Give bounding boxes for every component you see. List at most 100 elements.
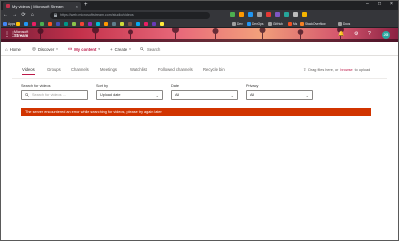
minimize-button[interactable]: – — [366, 1, 369, 7]
bookmark-icon — [72, 22, 76, 26]
bookmark-item[interactable] — [64, 22, 68, 27]
bookmarks-bar: Apps Dev DevOps GitHub Ms StackOverflow … — [0, 20, 399, 28]
bookmark-dev[interactable]: Dev — [232, 22, 243, 27]
bookmark-icon — [136, 22, 140, 26]
browser-tab[interactable]: My videos | Microsoft Stream × — [3, 2, 81, 10]
bookmark-item[interactable] — [104, 22, 108, 27]
notifications-icon[interactable]: 🔔 — [338, 32, 344, 37]
avatar[interactable]: JG — [382, 31, 390, 39]
extension-icon[interactable] — [275, 12, 280, 17]
bookmark-item[interactable] — [160, 22, 164, 27]
bookmark-item[interactable] — [24, 22, 28, 27]
tab-recycle-bin[interactable]: Recycle bin — [203, 67, 225, 72]
bookmark-item[interactable] — [72, 22, 76, 27]
bookmark-item[interactable] — [96, 22, 100, 27]
apps-icon — [3, 22, 7, 26]
settings-icon[interactable]: ⚙ — [354, 32, 358, 37]
sort-by-label: Sort by — [96, 84, 109, 88]
privacy-dropdown[interactable]: All ⌄ — [246, 90, 313, 100]
date-label: Date — [171, 84, 180, 88]
bookmark-icon — [104, 22, 108, 26]
upload-icon: ⇧ — [303, 68, 307, 72]
tab-channels[interactable]: Channels — [71, 67, 89, 72]
bookmark-item[interactable] — [152, 22, 156, 27]
date-dropdown[interactable]: All ⌄ — [171, 90, 238, 100]
bookmark-item[interactable] — [144, 22, 148, 27]
error-message: The server encountered an error while se… — [25, 110, 162, 114]
folder-icon: ▭ — [68, 46, 73, 51]
tab-followed-channels[interactable]: Followed channels — [158, 67, 193, 72]
bookmark-item[interactable] — [128, 22, 132, 27]
bookmark-item[interactable] — [16, 22, 20, 27]
nav-discover[interactable]: ◎ Discover ▾ — [32, 45, 58, 53]
extension-icon[interactable] — [248, 12, 253, 17]
bookmark-item[interactable] — [136, 22, 140, 27]
bookmark-github[interactable]: GitHub — [268, 22, 283, 27]
bookmark-devops[interactable]: DevOps — [247, 22, 264, 27]
close-window-button[interactable]: × — [390, 1, 393, 7]
stream-header: ⋮⋮ Microsoft Stream 🔔 ⚙ ? JG — [0, 28, 399, 42]
maximize-button[interactable]: □ — [378, 1, 381, 7]
lock-icon — [54, 13, 57, 17]
home-button[interactable]: ⌂ — [30, 12, 35, 18]
tab-groups[interactable]: Groups — [47, 67, 61, 72]
extension-icon[interactable] — [302, 12, 307, 17]
tab-meetings[interactable]: Meetings — [100, 67, 117, 72]
nav-home[interactable]: ⌂ Home — [5, 45, 21, 53]
search-videos-label: Search for videos — [21, 84, 51, 88]
address-bar[interactable]: https://web.microsoftstream.com/studio/v… — [50, 11, 210, 19]
bookmark-stackoverflow[interactable]: StackOverflow — [300, 22, 326, 27]
extension-icon[interactable] — [230, 12, 235, 17]
extension-icon[interactable] — [284, 12, 289, 17]
new-tab-button[interactable]: + — [84, 2, 88, 8]
bookmark-icon — [32, 22, 36, 26]
sort-by-dropdown[interactable]: Upload date ⌄ — [96, 90, 163, 100]
bookmark-docs[interactable]: Docs — [338, 22, 350, 27]
extension-icons — [230, 12, 307, 17]
bookmark-icon — [16, 22, 20, 26]
bookmark-item[interactable] — [88, 22, 92, 27]
bookmark-icon — [152, 22, 156, 26]
extension-icon[interactable] — [293, 12, 298, 17]
browser-tabstrip: My videos | Microsoft Stream × + – □ × — [0, 0, 399, 10]
nav-create[interactable]: + Create ▾ — [110, 45, 131, 53]
extension-icon[interactable] — [239, 12, 244, 17]
search-placeholder: Search for videos ... — [32, 93, 66, 97]
back-button[interactable]: ← — [3, 12, 8, 18]
help-icon[interactable]: ? — [368, 32, 371, 37]
bookmark-item[interactable] — [32, 22, 36, 27]
bookmark-icon — [120, 22, 124, 26]
bookmark-item[interactable] — [56, 22, 60, 27]
nav-my-content[interactable]: ▭ My content ▾ — [68, 45, 100, 53]
nav-search[interactable]: Search — [140, 45, 160, 53]
chevron-down-icon: ▾ — [56, 47, 58, 51]
divider — [12, 78, 387, 79]
chevron-down-icon: ⌄ — [305, 92, 309, 98]
bookmark-item[interactable] — [120, 22, 124, 27]
brand[interactable]: Microsoft Stream — [14, 30, 28, 38]
bookmark-apps[interactable]: Apps — [3, 22, 15, 27]
tab-title: My videos | Microsoft Stream — [12, 3, 64, 9]
bookmark-item[interactable] — [48, 22, 52, 27]
browse-link[interactable]: browse — [340, 68, 352, 72]
bookmark-item[interactable] — [80, 22, 84, 27]
folder-icon — [247, 22, 251, 26]
search-videos-input[interactable]: Search for videos ... — [21, 90, 88, 100]
chevron-down-icon: ⌄ — [155, 92, 159, 98]
extension-icon[interactable] — [257, 12, 262, 17]
bookmark-ms[interactable]: Ms — [288, 22, 297, 27]
close-tab-icon[interactable]: × — [76, 4, 78, 9]
forward-button[interactable]: → — [12, 12, 17, 18]
search-icon — [25, 93, 29, 97]
tab-watchlist[interactable]: Watchlist — [130, 67, 147, 72]
reload-button[interactable]: ⟳ — [21, 12, 26, 18]
app-nav: ⌂ Home ◎ Discover ▾ ▭ My content ▾ + Cre… — [0, 42, 399, 56]
extension-icon[interactable] — [266, 12, 271, 17]
tab-videos[interactable]: Videos — [22, 67, 35, 72]
privacy-value: All — [250, 93, 255, 97]
bookmark-item[interactable] — [112, 22, 116, 27]
bookmark-item[interactable] — [40, 22, 44, 27]
active-tab-indicator — [22, 74, 35, 75]
upload-hint: ⇧ Drag files here, or browse to upload — [303, 67, 371, 73]
bookmark-icon — [128, 22, 132, 26]
